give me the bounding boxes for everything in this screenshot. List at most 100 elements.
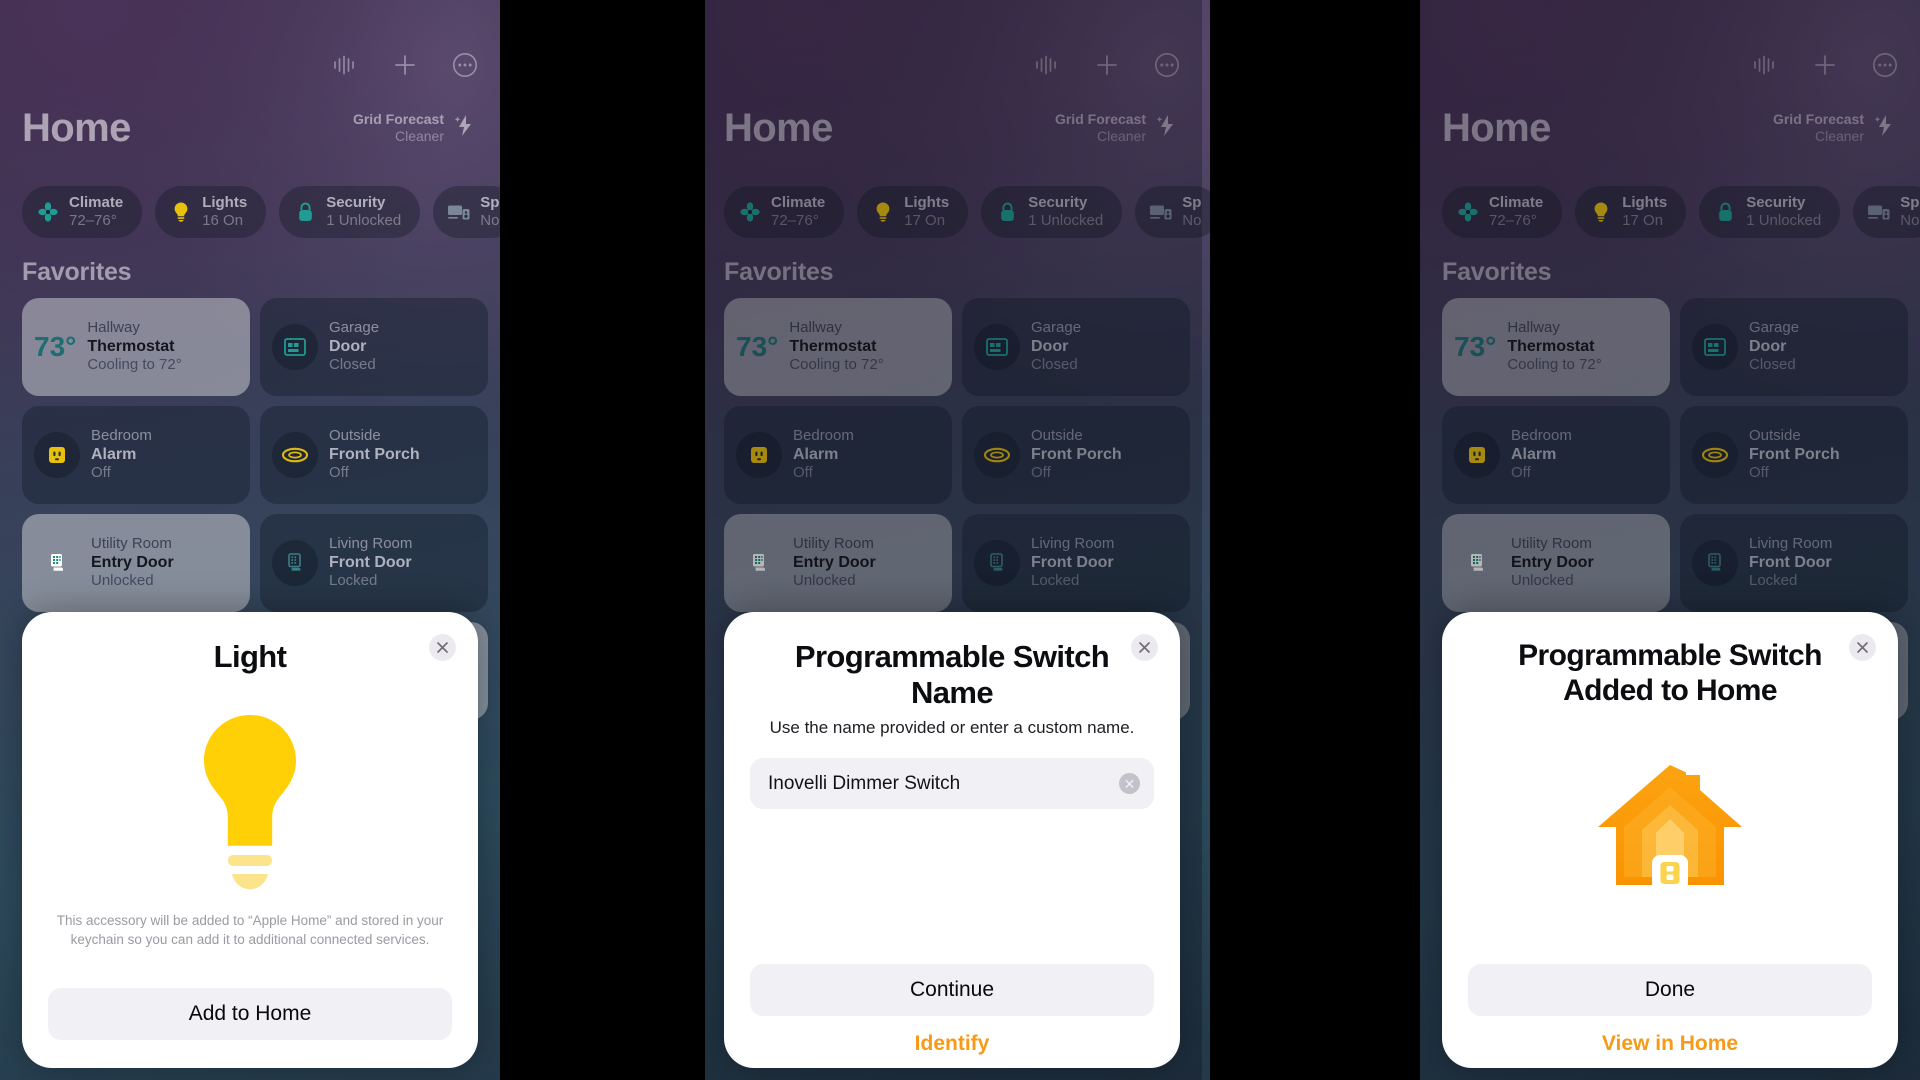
tile-living-room-front-door[interactable]: Living Room Front Door Locked bbox=[260, 514, 488, 612]
tile-room: Bedroom bbox=[793, 427, 854, 445]
more-options-icon[interactable] bbox=[1154, 52, 1180, 78]
dialog-disclaimer: This accessory will be added to “Apple H… bbox=[56, 913, 444, 948]
search-input[interactable]: Inovelli Dimmer Switch bbox=[768, 773, 1119, 795]
chip-security[interactable]: Security 1 Unlocked bbox=[981, 186, 1123, 238]
close-icon[interactable] bbox=[1131, 634, 1158, 661]
done-button[interactable]: Done bbox=[1468, 964, 1872, 1016]
grid-forecast[interactable]: Grid Forecast Cleaner bbox=[1055, 111, 1180, 148]
dialog-subtitle: Use the name provided or enter a custom … bbox=[769, 717, 1135, 737]
chip-climate[interactable]: Climate 72–76° bbox=[22, 186, 143, 238]
add-to-home-button[interactable]: Add to Home bbox=[48, 988, 452, 1040]
tile-utility-room-entry-door[interactable]: Utility Room Entry Door Unlocked bbox=[22, 514, 250, 612]
tile-name: Thermostat bbox=[789, 337, 877, 355]
porch-light-icon bbox=[272, 432, 318, 478]
more-options-icon[interactable] bbox=[1872, 52, 1898, 78]
tile-name: Thermostat bbox=[1507, 337, 1595, 355]
title-row: Home Grid Forecast Cleaner bbox=[22, 108, 478, 148]
grid-forecast[interactable]: Grid Forecast Cleaner bbox=[353, 111, 478, 148]
top-bar bbox=[1034, 52, 1180, 78]
tile-garage-door[interactable]: Garage Door Closed bbox=[962, 298, 1190, 396]
waveform-icon[interactable] bbox=[1752, 54, 1778, 76]
tile-room: Outside bbox=[329, 427, 381, 445]
waveform-icon[interactable] bbox=[1034, 54, 1060, 76]
chip-sublabel: 1 Unlocked bbox=[1746, 212, 1822, 229]
close-icon[interactable] bbox=[429, 634, 456, 661]
tile-outside-front-porch[interactable]: Outside Front Porch Off bbox=[1680, 406, 1908, 504]
garage-door-icon bbox=[974, 324, 1020, 370]
bulb-icon bbox=[169, 200, 193, 224]
more-options-icon[interactable] bbox=[452, 52, 478, 78]
tile-bedroom-alarm[interactable]: Bedroom Alarm Off bbox=[22, 406, 250, 504]
clean-energy-icon bbox=[1153, 112, 1180, 144]
page-title: Home bbox=[724, 106, 833, 150]
tile-state: Closed bbox=[1749, 356, 1796, 374]
switch-name-dialog: Programmable Switch Name Use the name pr… bbox=[724, 612, 1180, 1068]
garage-door-icon bbox=[1692, 324, 1738, 370]
waveform-icon[interactable] bbox=[332, 54, 358, 76]
tile-room: Utility Room bbox=[1511, 535, 1592, 553]
chip-speakers[interactable]: Sp No bbox=[1135, 186, 1210, 238]
lock-icon bbox=[1713, 200, 1737, 224]
close-icon[interactable] bbox=[1849, 634, 1876, 661]
chip-speakers[interactable]: Sp No bbox=[433, 186, 500, 238]
plus-icon[interactable] bbox=[1812, 52, 1838, 78]
tile-name: Alarm bbox=[91, 445, 137, 463]
clean-energy-icon bbox=[451, 112, 478, 144]
door-lock-icon bbox=[1454, 540, 1500, 586]
chip-sublabel: 16 On bbox=[202, 212, 244, 229]
identify-link[interactable]: Identify bbox=[724, 1032, 1180, 1056]
tile-room: Hallway bbox=[789, 319, 842, 337]
favorites-heading: Favorites bbox=[724, 258, 834, 286]
phone-panel-2: Home Grid Forecast Cleaner Climate 72–76… bbox=[705, 0, 1210, 1080]
tile-utility-room-entry-door[interactable]: Utility Room Entry Door Unlocked bbox=[1442, 514, 1670, 612]
house-with-switch-illustration bbox=[1442, 737, 1898, 927]
tile-hallway-thermostat[interactable]: 73° Hallway Thermostat Cooling to 72° bbox=[1442, 298, 1670, 396]
tile-bedroom-alarm[interactable]: Bedroom Alarm Off bbox=[724, 406, 952, 504]
tile-utility-room-entry-door[interactable]: Utility Room Entry Door Unlocked bbox=[724, 514, 952, 612]
chip-lights[interactable]: Lights 16 On bbox=[155, 186, 267, 238]
chip-climate[interactable]: Climate 72–76° bbox=[724, 186, 845, 238]
grid-forecast[interactable]: Grid Forecast Cleaner bbox=[1773, 111, 1898, 148]
tile-name: Thermostat bbox=[87, 337, 175, 355]
page-title: Home bbox=[1442, 106, 1551, 150]
tile-room: Outside bbox=[1749, 427, 1801, 445]
chip-speakers[interactable]: Sp No bbox=[1853, 186, 1920, 238]
chip-lights[interactable]: Lights 17 On bbox=[857, 186, 969, 238]
tile-bedroom-alarm[interactable]: Bedroom Alarm Off bbox=[1442, 406, 1670, 504]
grid-forecast-label: Grid Forecast bbox=[352, 110, 444, 127]
tile-garage-door[interactable]: Garage Door Closed bbox=[260, 298, 488, 396]
chip-climate[interactable]: Climate 72–76° bbox=[1442, 186, 1563, 238]
category-chips: Climate 72–76° Lights 16 On Security 1 U… bbox=[22, 186, 500, 238]
plus-icon[interactable] bbox=[1094, 52, 1120, 78]
grid-forecast-label: Grid Forecast bbox=[1772, 110, 1864, 127]
tile-room: Bedroom bbox=[1511, 427, 1572, 445]
chip-security[interactable]: Security 1 Unlocked bbox=[1699, 186, 1841, 238]
chip-label: Security bbox=[1028, 194, 1088, 212]
plus-icon[interactable] bbox=[392, 52, 418, 78]
thermostat-temperature: 73° bbox=[736, 331, 779, 362]
door-lock-icon bbox=[974, 540, 1020, 586]
title-row: Home Grid Forecast Cleaner bbox=[1442, 108, 1898, 148]
tile-garage-door[interactable]: Garage Door Closed bbox=[1680, 298, 1908, 396]
thermostat-temperature: 73° bbox=[1454, 331, 1497, 362]
chip-security[interactable]: Security 1 Unlocked bbox=[279, 186, 421, 238]
tile-room: Living Room bbox=[329, 535, 413, 553]
accessory-name-field[interactable]: Inovelli Dimmer Switch ✕ bbox=[750, 758, 1154, 809]
tile-outside-front-porch[interactable]: Outside Front Porch Off bbox=[962, 406, 1190, 504]
view-in-home-link[interactable]: View in Home bbox=[1442, 1032, 1898, 1056]
chip-lights[interactable]: Lights 17 On bbox=[1575, 186, 1687, 238]
tile-hallway-thermostat[interactable]: 73° Hallway Thermostat Cooling to 72° bbox=[724, 298, 952, 396]
clear-field-icon[interactable]: ✕ bbox=[1119, 773, 1140, 794]
phone-panel-1: Home Grid Forecast Cleaner Climate 72–76… bbox=[0, 0, 500, 1080]
chip-label: Climate bbox=[69, 194, 124, 212]
dialog-title: Programmable Switch Added to Home bbox=[1518, 639, 1822, 707]
tile-hallway-thermostat[interactable]: 73° Hallway Thermostat Cooling to 72° bbox=[22, 298, 250, 396]
chip-label: Climate bbox=[1489, 194, 1544, 212]
bulb-icon bbox=[871, 200, 895, 224]
tile-room: Hallway bbox=[1507, 319, 1560, 337]
tile-living-room-front-door[interactable]: Living Room Front Door Locked bbox=[1680, 514, 1908, 612]
tile-outside-front-porch[interactable]: Outside Front Porch Off bbox=[260, 406, 488, 504]
tile-living-room-front-door[interactable]: Living Room Front Door Locked bbox=[962, 514, 1190, 612]
continue-button[interactable]: Continue bbox=[750, 964, 1154, 1016]
grid-forecast-value: Cleaner bbox=[1814, 127, 1864, 144]
